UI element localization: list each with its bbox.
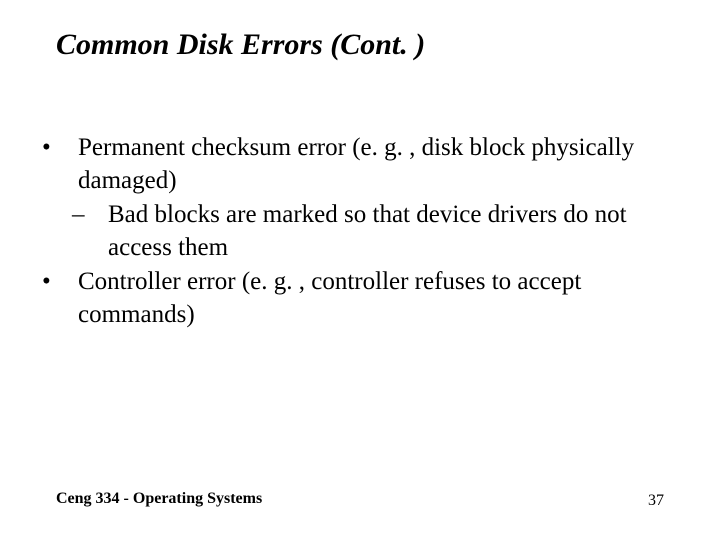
bullet-dot-icon: •	[60, 132, 78, 165]
page-number: 37	[648, 492, 664, 510]
slide-content: •Permanent checksum error (e. g. , disk …	[56, 132, 664, 331]
slide: Common Disk Errors (Cont. ) •Permanent c…	[0, 0, 720, 540]
footer-text: Ceng 334 - Operating Systems	[56, 490, 664, 508]
slide-title: Common Disk Errors (Cont. )	[56, 28, 664, 62]
bullet-item: •Permanent checksum error (e. g. , disk …	[60, 132, 664, 197]
bullet-item: •Controller error (e. g. , controller re…	[60, 266, 664, 331]
bullet-dot-icon: •	[60, 266, 78, 299]
dash-icon: –	[90, 199, 108, 232]
sub-bullet-text: Bad blocks are marked so that device dri…	[108, 201, 627, 261]
bullet-text: Permanent checksum error (e. g. , disk b…	[78, 134, 634, 194]
sub-bullet-item: –Bad blocks are marked so that device dr…	[90, 199, 664, 264]
bullet-text: Controller error (e. g. , controller ref…	[78, 268, 581, 328]
